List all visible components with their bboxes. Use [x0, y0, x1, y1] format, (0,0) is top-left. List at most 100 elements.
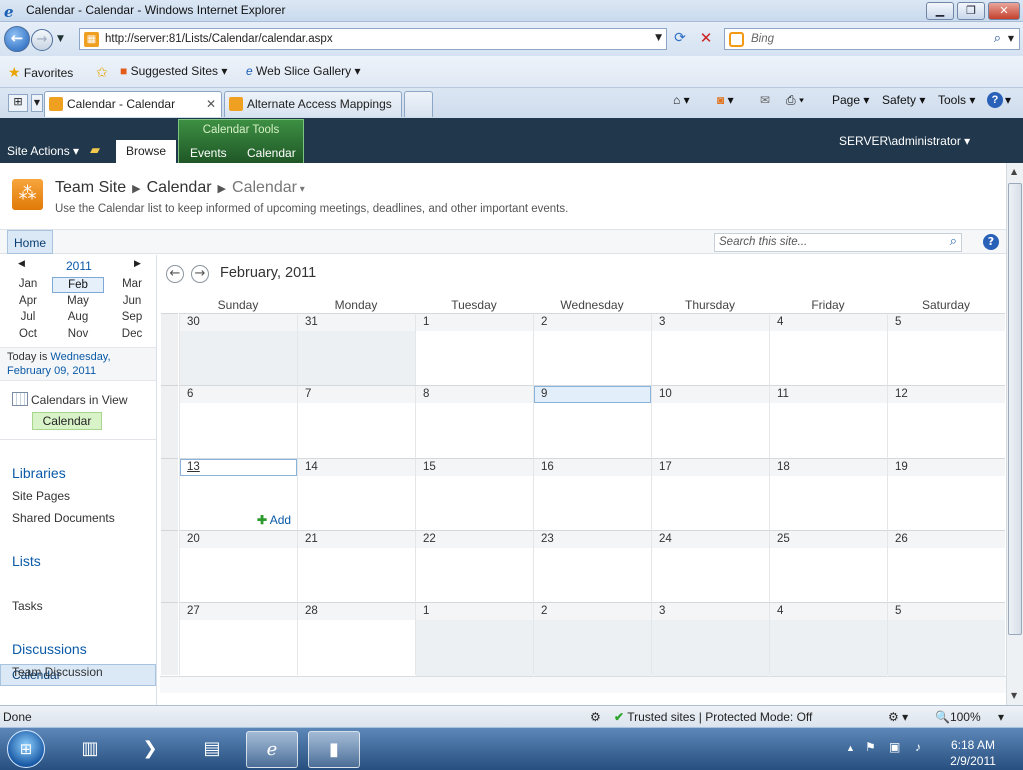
calendar-day-cell[interactable]: 27	[179, 602, 297, 675]
day-number[interactable]: 22	[423, 533, 436, 545]
calendar-day-cell[interactable]: 31	[297, 313, 415, 387]
scroll-down-icon[interactable]: ▼	[1011, 691, 1017, 700]
week-selector[interactable]	[161, 385, 178, 458]
day-body[interactable]	[298, 331, 415, 387]
day-body[interactable]	[180, 548, 297, 604]
page-menu[interactable]: Page ▾	[832, 93, 869, 107]
calendar-day-cell[interactable]: 23	[533, 530, 651, 603]
calendar-day-cell[interactable]: 28	[297, 602, 415, 675]
quicklaunch-tasks[interactable]: Tasks	[12, 599, 43, 613]
site-actions-menu[interactable]: Site Actions ▾	[7, 144, 79, 158]
zoom-control[interactable]: 🔍100% ▾	[935, 710, 1004, 724]
internet-explorer-taskbar-icon[interactable]: e	[246, 731, 298, 768]
month-oct[interactable]: Oct	[2, 327, 54, 343]
calendar-day-cell[interactable]: 2	[533, 602, 651, 676]
day-number[interactable]: 1	[423, 316, 429, 328]
scrollbar-thumb[interactable]	[1008, 183, 1022, 635]
day-body[interactable]	[298, 620, 415, 676]
day-number[interactable]: 10	[659, 388, 672, 400]
month-nov[interactable]: Nov	[52, 327, 104, 343]
day-number[interactable]: 17	[659, 461, 672, 473]
day-body[interactable]	[652, 548, 769, 604]
tab-calendar[interactable]: Calendar - Calendar ✕	[44, 91, 222, 117]
clock-date[interactable]: 2/9/2011	[943, 754, 1003, 768]
security-zone[interactable]: ✔ Trusted sites | Protected Mode: Off	[614, 710, 812, 724]
calendar-day-cell[interactable]: 6	[179, 385, 297, 458]
day-body[interactable]	[298, 548, 415, 604]
day-number[interactable]: 20	[187, 533, 200, 545]
show-hidden-icons[interactable]: ▲	[846, 743, 855, 753]
quicklaunch-lists[interactable]: Lists	[12, 553, 41, 569]
close-tab-icon[interactable]: ✕	[206, 97, 216, 111]
day-number[interactable]: 6	[187, 388, 193, 400]
scroll-up-icon[interactable]: ▲	[1011, 167, 1017, 176]
address-dropdown-icon[interactable]: ▼	[655, 33, 662, 43]
week-selector[interactable]	[161, 602, 178, 675]
day-body[interactable]	[180, 331, 297, 387]
quicklaunch-libraries[interactable]: Libraries	[12, 465, 66, 481]
day-number[interactable]: 8	[423, 388, 429, 400]
breadcrumb-calendar[interactable]: Calendar	[147, 179, 212, 196]
user-menu[interactable]: SERVER\administrator ▾	[839, 134, 970, 148]
search-options-dropdown-icon[interactable]: ▼	[1008, 34, 1014, 43]
stop-button[interactable]: ✕	[696, 29, 716, 47]
calendar-day-cell[interactable]: 3	[651, 602, 769, 676]
month-apr[interactable]: Apr	[2, 294, 54, 310]
powershell-taskbar-icon[interactable]: ❯	[124, 731, 176, 768]
day-number[interactable]: 5	[895, 605, 901, 617]
day-number[interactable]: 24	[659, 533, 672, 545]
suggested-sites-link[interactable]: ■ Suggested Sites ▾	[120, 64, 227, 78]
view-dropdown-icon[interactable]: ▾	[297, 184, 305, 195]
day-number[interactable]: 3	[659, 316, 665, 328]
calendar-day-cell[interactable]: 16	[533, 458, 651, 531]
day-body[interactable]	[888, 476, 1005, 532]
close-button[interactable]: ✕	[988, 2, 1020, 20]
day-number[interactable]: 1	[423, 605, 429, 617]
calendar-day-cell[interactable]: 20	[179, 530, 297, 603]
month-feb[interactable]: Feb	[52, 277, 104, 293]
month-mar[interactable]: Mar	[106, 277, 158, 293]
server-manager-taskbar-icon[interactable]: ▥	[64, 731, 116, 768]
day-number[interactable]: 26	[895, 533, 908, 545]
quick-tabs-button[interactable]: ⊞	[8, 94, 28, 112]
calendar-day-cell[interactable]: 24	[651, 530, 769, 603]
calendar-day-cell[interactable]: 5	[887, 602, 1005, 676]
day-number[interactable]: 7	[305, 388, 311, 400]
day-body[interactable]	[652, 403, 769, 459]
print-button[interactable]: ⎙ ▾	[786, 93, 804, 108]
calendar-day-cell[interactable]: 11	[769, 385, 887, 458]
ribbon-tab-events[interactable]: Events	[190, 146, 227, 160]
day-body[interactable]	[416, 476, 533, 532]
calendar-day-cell[interactable]: 12	[887, 385, 1005, 458]
day-number[interactable]: 23	[541, 533, 554, 545]
horizontal-scrollbar[interactable]	[160, 676, 1006, 693]
calendar-day-cell[interactable]: 30	[179, 313, 297, 387]
week-selector[interactable]	[161, 530, 178, 603]
calendar-day-cell[interactable]: 5	[887, 313, 1005, 386]
calendar-day-cell[interactable]: 10	[651, 385, 769, 458]
day-number[interactable]: 5	[895, 316, 901, 328]
read-mail-button[interactable]: ✉	[760, 93, 770, 107]
quicklaunch-shared-documents[interactable]: Shared Documents	[12, 511, 115, 525]
day-body[interactable]	[770, 331, 887, 387]
feeds-button[interactable]: ◙ ▾	[717, 93, 734, 107]
sharepoint-wizard-taskbar-icon[interactable]: ▮	[308, 731, 360, 768]
day-number[interactable]: 4	[777, 316, 783, 328]
week-selector[interactable]	[161, 313, 178, 386]
day-body[interactable]	[180, 620, 297, 676]
day-body[interactable]	[416, 620, 533, 676]
month-dec[interactable]: Dec	[106, 327, 158, 343]
day-body[interactable]	[652, 620, 769, 676]
day-body[interactable]	[416, 403, 533, 459]
day-body[interactable]	[888, 620, 1005, 676]
calendar-day-cell[interactable]: 8	[415, 385, 533, 458]
ribbon-tab-calendar[interactable]: Calendar	[247, 146, 296, 160]
day-body[interactable]	[298, 476, 415, 532]
help-menu-icon[interactable]: ?	[987, 92, 1003, 108]
calendar-day-cell[interactable]: 1	[415, 602, 533, 676]
day-body[interactable]	[298, 403, 415, 459]
day-number[interactable]: 15	[423, 461, 436, 473]
breadcrumb-team-site[interactable]: Team Site	[55, 179, 126, 196]
calendar-day-cell[interactable]: 22	[415, 530, 533, 603]
day-number[interactable]: 31	[305, 316, 318, 328]
